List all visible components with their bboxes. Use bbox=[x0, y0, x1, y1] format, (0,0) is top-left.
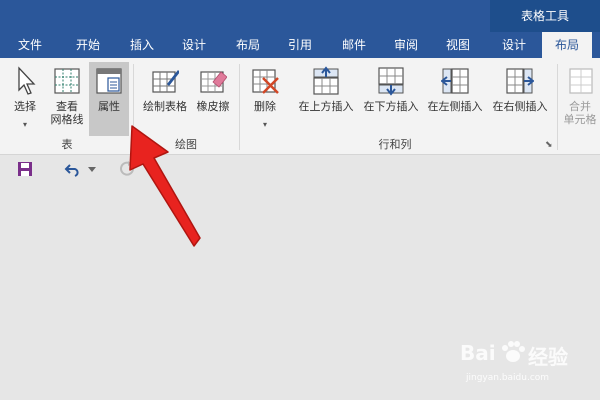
chevron-down-icon: ▾ bbox=[262, 120, 267, 129]
merge-cells-icon bbox=[569, 68, 593, 94]
ribbon-tabs: 文件 开始 插入 设计 布局 引用 邮件 审阅 视图 设计 布局 bbox=[0, 32, 600, 58]
delete-button[interactable]: 删除 ▾ bbox=[245, 62, 285, 136]
quick-access-toolbar bbox=[0, 155, 600, 187]
save-icon[interactable] bbox=[17, 161, 33, 177]
annotation-arrow bbox=[129, 125, 201, 247]
insert-row-above-icon bbox=[313, 66, 339, 95]
tab-review[interactable]: 审阅 bbox=[384, 32, 428, 58]
insert-left-button[interactable]: 在左侧插入 bbox=[423, 62, 487, 136]
ribbon: 选择 ▾ 查看 网格线 属性 表 绘制表格 橡皮擦 绘图 删除 ▾ 在上方插入 … bbox=[0, 58, 600, 155]
title-bar: 表格工具 文件 开始 插入 设计 布局 引用 邮件 审阅 视图 设计 布局 bbox=[0, 0, 600, 58]
chevron-down-icon[interactable] bbox=[88, 167, 96, 173]
undo-icon[interactable] bbox=[64, 161, 84, 177]
tab-mailings[interactable]: 邮件 bbox=[332, 32, 376, 58]
group-label-rows-columns: 行和列 bbox=[378, 138, 412, 151]
select-button[interactable]: 选择 ▾ bbox=[4, 62, 46, 136]
gridlines-icon bbox=[54, 68, 80, 94]
group-separator bbox=[557, 64, 558, 150]
insert-above-button[interactable]: 在上方插入 bbox=[293, 62, 359, 136]
chevron-down-icon: ▾ bbox=[22, 120, 27, 129]
tab-references[interactable]: 引用 bbox=[278, 32, 322, 58]
dialog-launcher-icon[interactable]: ⬊ bbox=[545, 140, 553, 150]
tab-table-design[interactable]: 设计 bbox=[492, 32, 536, 58]
table-tools-context-title: 表格工具 bbox=[490, 0, 600, 32]
delete-table-icon bbox=[252, 69, 279, 94]
insert-column-left-icon bbox=[441, 68, 469, 94]
baidu-watermark: Bai 经验 jingyan.baidu.com bbox=[456, 335, 596, 390]
watermark-brand-cn: 经验 bbox=[528, 345, 568, 369]
insert-row-below-icon bbox=[378, 67, 404, 96]
watermark-brand: Bai bbox=[460, 341, 496, 365]
draw-table-icon bbox=[152, 70, 179, 93]
tab-file[interactable]: 文件 bbox=[8, 32, 52, 58]
insert-below-button[interactable]: 在下方插入 bbox=[359, 62, 423, 136]
view-gridlines-button[interactable]: 查看 网格线 bbox=[46, 62, 88, 136]
table-properties-icon bbox=[96, 68, 122, 94]
tab-home[interactable]: 开始 bbox=[66, 32, 110, 58]
insert-right-button[interactable]: 在右侧插入 bbox=[487, 62, 553, 136]
tab-insert[interactable]: 插入 bbox=[120, 32, 164, 58]
tab-table-layout[interactable]: 布局 bbox=[542, 32, 592, 58]
merge-cells-button[interactable]: 合并 单元格 bbox=[561, 62, 599, 136]
paw-icon bbox=[502, 341, 525, 362]
watermark-url: jingyan.baidu.com bbox=[466, 373, 550, 383]
group-separator bbox=[239, 64, 240, 150]
tab-layout[interactable]: 布局 bbox=[226, 32, 270, 58]
tab-view[interactable]: 视图 bbox=[436, 32, 480, 58]
eraser-icon bbox=[200, 71, 227, 93]
insert-column-right-icon bbox=[506, 68, 534, 94]
cursor-arrow-icon bbox=[18, 66, 36, 95]
tab-design[interactable]: 设计 bbox=[172, 32, 216, 58]
